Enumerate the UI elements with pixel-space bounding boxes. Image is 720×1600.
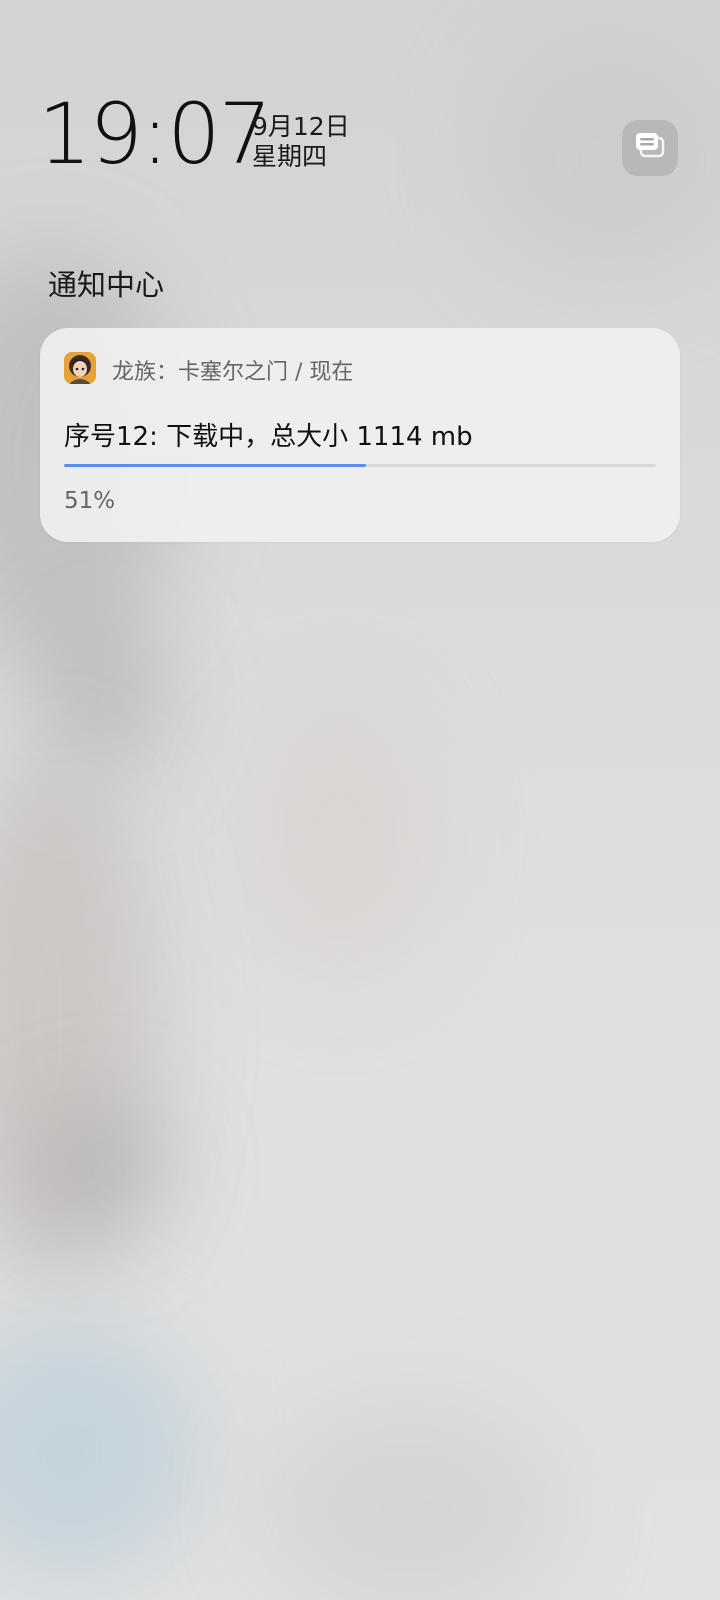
notification-manage-button[interactable] <box>622 120 678 176</box>
weekday-text: 星期四 <box>252 142 328 171</box>
clock-time: 19:07 <box>38 85 272 183</box>
notification-center-title: 通知中心 <box>48 268 165 302</box>
notification-manage-icon <box>634 131 666 165</box>
game-app-icon <box>64 352 96 384</box>
notification-app-line: 龙族：卡塞尔之门 / 现在 <box>112 360 354 385</box>
download-progress-bar <box>64 464 656 467</box>
date-text: 9月12日 <box>252 112 350 141</box>
download-percent: 51% <box>64 488 116 514</box>
notification-title: 序号12: 下载中，总大小 1114 mb <box>64 422 473 452</box>
download-notification-card[interactable]: 龙族：卡塞尔之门 / 现在 序号12: 下载中，总大小 1114 mb 51% <box>40 328 680 542</box>
date-block: 9月12日 星期四 <box>252 112 350 172</box>
download-progress-fill <box>64 464 366 467</box>
notification-shade: 19:07 9月12日 星期四 通知中心 龙族：卡塞尔之门 / 现在 序号12:… <box>0 0 720 1600</box>
